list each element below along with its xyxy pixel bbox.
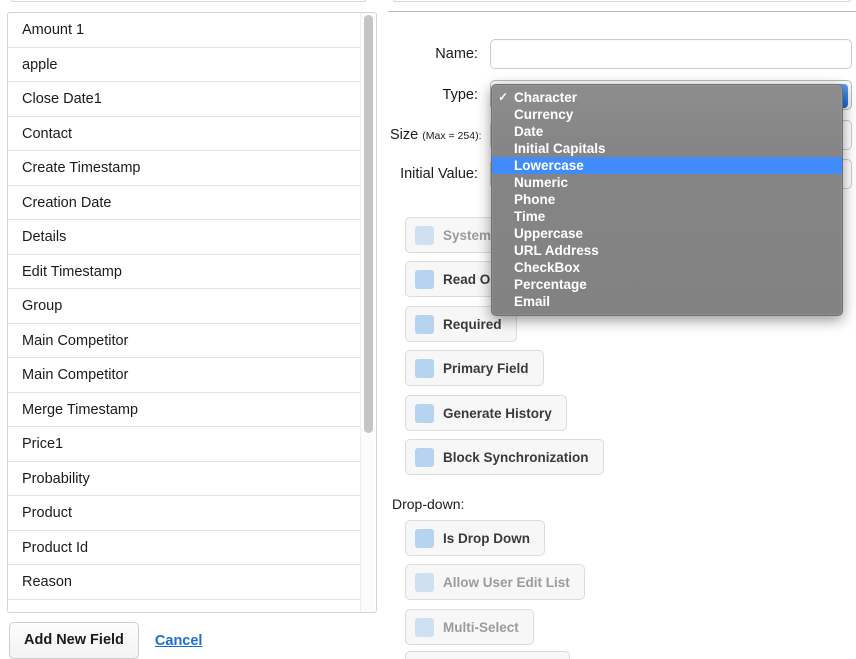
checkbox-box-read-only[interactable] (415, 269, 434, 289)
top-cropped-input-left[interactable] (10, 0, 367, 2)
checkbox-label-allow-user-edit: Allow User Edit List (443, 574, 570, 590)
top-cropped-input-right[interactable] (392, 0, 852, 2)
field-list-item-label: Product Id (22, 539, 89, 556)
field-list-item[interactable]: Reason (8, 565, 362, 600)
field-list-item[interactable]: Create Timestamp (8, 151, 362, 186)
type-menu-item[interactable]: Percentage (492, 276, 842, 293)
field-list-panel: Amount 1 apple Close Date1 Contact Create Ti… (7, 12, 377, 613)
pane-divider (388, 11, 856, 12)
left-panel-actions: Add New Field Cancel (9, 622, 202, 659)
type-label: Type: (442, 87, 478, 103)
checkbox-primary-field[interactable]: Primary Field (405, 350, 544, 386)
field-list-item-label: Main Competitor (22, 367, 129, 383)
dropdown-section-label: Drop-down: (392, 496, 465, 512)
checkbox-is-drop-down[interactable]: Is Drop Down (405, 520, 545, 556)
size-label: Size (Max = 254): (390, 127, 490, 143)
field-list-item[interactable]: Amount 1 (8, 13, 362, 48)
checkbox-box-generate-history[interactable] (415, 403, 434, 423)
field-list-item[interactable]: Edit Timestamp (8, 255, 362, 289)
checkbox-label-block-sync: Block Synchronization (443, 449, 589, 465)
field-list-item-label: Close Date1 (22, 91, 102, 107)
type-menu-item[interactable]: CheckBox (492, 259, 842, 276)
name-row: Name: (390, 37, 852, 71)
field-list-item-label: Contact (22, 125, 72, 142)
type-menu-item[interactable]: Phone (492, 191, 842, 208)
checkbox-label-generate-history: Generate History (443, 405, 552, 421)
field-list-item[interactable]: Details (8, 220, 362, 255)
field-list-item-label: Details (22, 229, 67, 245)
checkbox-label-multi-select: Multi-Select (443, 619, 519, 635)
field-editor-screen: Amount 1 apple Close Date1 Contact Create Ti… (0, 0, 856, 659)
type-menu-item[interactable]: Currency (492, 106, 842, 123)
field-list-item-label: Main Competitor (22, 332, 129, 349)
checkbox-box-allow-user-edit[interactable] (415, 572, 434, 592)
field-list-item[interactable]: Price1 (8, 427, 362, 462)
field-list-item[interactable]: Close Date1 (8, 82, 362, 117)
field-list-item-label: Edit Timestamp (22, 263, 122, 280)
checkbox-box-is-drop-down[interactable] (415, 528, 434, 548)
type-menu-item[interactable]: Character (492, 89, 842, 106)
checkbox-label-is-drop-down: Is Drop Down (443, 530, 530, 546)
size-label-main: Size (390, 127, 419, 143)
initial-value-label: Initial Value: (400, 166, 478, 182)
type-menu-item[interactable]: Uppercase (492, 225, 842, 242)
field-list-item-label: Merge Timestamp (22, 401, 139, 418)
add-new-field-button[interactable]: Add New Field (9, 622, 139, 659)
field-list-item-label: apple (22, 56, 58, 73)
field-list-item[interactable]: Product Id (8, 531, 362, 565)
field-list-item[interactable]: Main Competitor (8, 358, 362, 393)
type-menu-item[interactable]: Email (492, 293, 842, 310)
field-list-item-label: Reason (22, 574, 72, 590)
type-menu-item[interactable]: Lowercase (492, 157, 842, 174)
field-list[interactable]: Amount 1 apple Close Date1 Contact Create Ti… (8, 13, 362, 600)
type-menu-item[interactable]: URL Address (492, 242, 842, 259)
field-list-item-label: Creation Date (22, 194, 112, 211)
field-list-item-label: Create Timestamp (22, 160, 141, 176)
type-menu-item[interactable]: Numeric (492, 174, 842, 191)
checkbox-box-multi-select[interactable] (415, 617, 434, 637)
checkbox-box-system-field[interactable] (415, 225, 434, 245)
name-input[interactable] (490, 39, 852, 69)
field-list-item[interactable]: Probability (8, 462, 362, 496)
size-label-sub: (Max = 254): (422, 130, 482, 142)
field-list-item[interactable]: Contact (8, 117, 362, 151)
field-list-item-label: Product (22, 505, 72, 521)
field-list-item[interactable]: Creation Date (8, 186, 362, 220)
checkbox-label-required: Required (443, 316, 502, 332)
field-list-item-label: Price1 (22, 436, 64, 452)
type-menu-item[interactable]: Time (492, 208, 842, 225)
checkbox-generate-history[interactable]: Generate History (405, 395, 567, 431)
field-list-item[interactable]: Product (8, 496, 362, 531)
checkbox-box-block-sync[interactable] (415, 447, 434, 467)
checkbox-partially-visible[interactable] (405, 651, 570, 659)
checkbox-box-required[interactable] (415, 314, 434, 334)
field-list-item[interactable]: Merge Timestamp (8, 393, 362, 427)
cancel-link[interactable]: Cancel (155, 633, 203, 649)
type-menu-item[interactable]: Date (492, 123, 842, 140)
field-list-item[interactable]: Group (8, 289, 362, 324)
field-list-scrollbar-thumb[interactable] (364, 15, 373, 433)
field-list-scrollbar[interactable] (360, 13, 375, 612)
type-dropdown-menu[interactable]: CharacterCurrencyDateInitial CapitalsLow… (491, 84, 843, 316)
checkbox-box-primary-field[interactable] (415, 358, 434, 378)
type-menu-item[interactable]: Initial Capitals (492, 140, 842, 157)
checkbox-multi-select[interactable]: Multi-Select (405, 609, 534, 645)
field-list-item[interactable]: Main Competitor (8, 324, 362, 358)
field-list-item-label: Probability (22, 470, 90, 487)
checkbox-block-synchronization[interactable]: Block Synchronization (405, 439, 604, 475)
field-list-item-label: Amount 1 (22, 22, 85, 38)
name-label: Name: (435, 46, 478, 62)
field-list-item[interactable]: apple (8, 48, 362, 82)
field-list-item-label: Group (22, 298, 63, 314)
checkbox-label-primary-field: Primary Field (443, 360, 529, 376)
checkbox-allow-user-edit-list[interactable]: Allow User Edit List (405, 564, 585, 600)
